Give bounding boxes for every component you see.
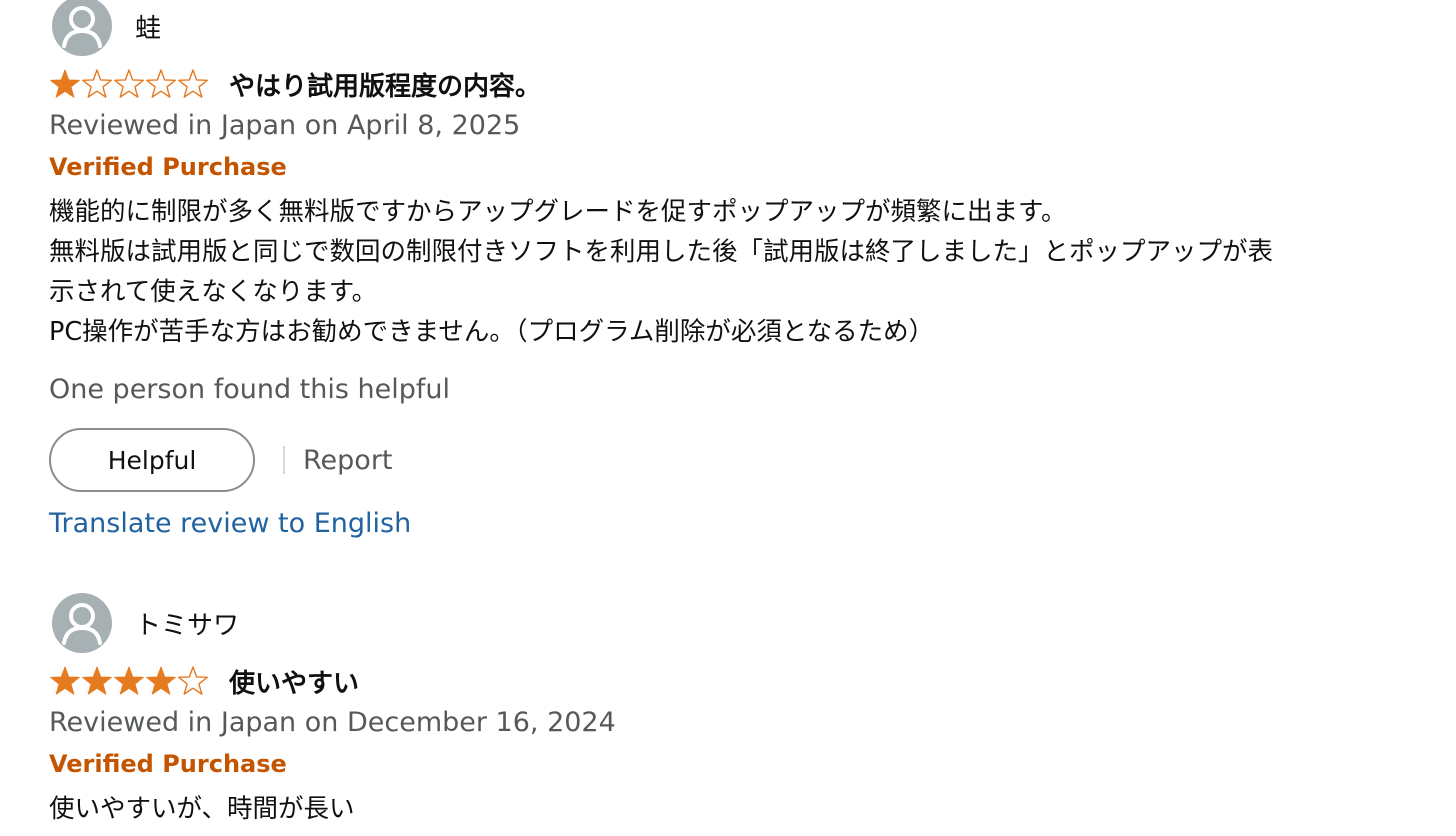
translate-review-link[interactable]: Translate review to English [49, 504, 1409, 544]
review-title[interactable]: やはり試用版程度の内容。 [229, 66, 541, 103]
star-empty-icon [81, 68, 113, 100]
review-body: 機能的に制限が多く無料版ですからアップグレードを促すポップアップが頻繁に出ます。… [49, 192, 1409, 352]
review-body-line: 示されて使えなくなります。 [49, 277, 378, 307]
review-2: トミサワ 使いやすい Reviewed in Japan on December… [49, 593, 1409, 829]
default-profile-icon [52, 593, 112, 653]
helpful-button[interactable]: Helpful [49, 428, 255, 492]
review-1: 蛙 やはり試用版程度の内容。 Reviewed in Japan on Apri… [49, 0, 1409, 544]
reviewer-profile[interactable]: トミサワ [49, 593, 1409, 653]
star-rating[interactable] [49, 665, 209, 697]
star-filled-icon [49, 68, 81, 100]
profile-name[interactable]: 蛙 [135, 8, 161, 45]
review-body-line: 使いやすいが、時間が長い [49, 794, 355, 824]
action-divider [283, 446, 285, 474]
review-body-line: PC操作が苦手な方はお勧めできません。（プログラム削除が必須となるため） [49, 317, 935, 347]
star-rating[interactable] [49, 68, 209, 100]
reviewer-profile[interactable]: 蛙 [49, 0, 1409, 56]
report-link[interactable]: Report [303, 445, 393, 476]
verified-purchase-badge[interactable]: Verified Purchase [49, 146, 1409, 188]
review-date: Reviewed in Japan on April 8, 2025 [49, 110, 521, 141]
default-profile-icon [52, 0, 112, 56]
profile-name[interactable]: トミサワ [135, 605, 239, 642]
star-empty-icon [177, 68, 209, 100]
star-filled-icon [49, 665, 81, 697]
helpful-count: One person found this helpful [49, 374, 450, 405]
star-empty-icon [177, 665, 209, 697]
review-body-line: 機能的に制限が多く無料版ですからアップグレードを促すポップアップが頻繁に出ます。 [49, 197, 1067, 227]
review-body: 使いやすいが、時間が長い [49, 789, 1409, 829]
star-empty-icon [113, 68, 145, 100]
review-date: Reviewed in Japan on December 16, 2024 [49, 707, 616, 738]
star-empty-icon [145, 68, 177, 100]
review-title[interactable]: 使いやすい [229, 663, 359, 700]
review-body-line: 無料版は試用版と同じで数回の制限付きソフトを利用した後「試用版は終了しました」と… [49, 237, 1274, 267]
verified-purchase-badge[interactable]: Verified Purchase [49, 743, 1409, 785]
star-filled-icon [145, 665, 177, 697]
star-filled-icon [113, 665, 145, 697]
star-filled-icon [81, 665, 113, 697]
